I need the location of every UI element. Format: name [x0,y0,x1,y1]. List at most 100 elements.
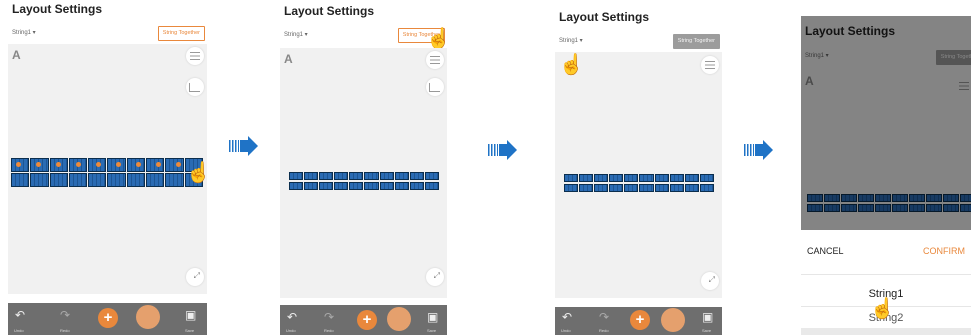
add-button[interactable]: + [630,310,650,330]
string-selector[interactable]: String1 ▾ [284,31,308,38]
pv-module[interactable] [424,172,439,180]
pv-module[interactable] [564,184,579,192]
confirm-button[interactable]: CONFIRM [923,246,965,256]
pv-module[interactable] [669,184,684,192]
pv-module[interactable] [624,174,639,182]
arrow-right-icon [744,140,773,160]
north-arrow-icon: A [12,48,21,62]
redo-icon[interactable]: ↷ [599,310,609,324]
chart-button[interactable] [426,78,444,96]
panel-step-1: Layout Settings String1 ▾ String Togethe… [8,0,211,335]
pv-module[interactable] [379,172,394,180]
pv-module[interactable] [699,184,714,192]
pv-module[interactable] [684,174,699,182]
modal-overlay[interactable] [801,16,971,230]
pv-module[interactable] [11,173,30,187]
redo-icon[interactable]: ↷ [324,310,334,324]
pv-module[interactable] [579,174,594,182]
pv-module[interactable] [349,182,364,190]
pv-module[interactable] [669,174,684,182]
undo-icon[interactable]: ↶ [562,310,572,324]
hand-pointer-icon: ☝ [870,298,895,320]
arrow-right-icon [229,136,258,156]
string-tool-button[interactable] [661,308,685,332]
string-together-button[interactable]: String Together [672,34,720,49]
pv-module[interactable] [304,182,319,190]
pv-module[interactable] [349,172,364,180]
pv-module[interactable] [379,182,394,190]
pv-module[interactable] [564,174,579,182]
pv-module[interactable] [319,172,334,180]
chart-button[interactable] [186,78,204,96]
pv-module[interactable] [334,182,349,190]
save-icon[interactable]: ▣ [185,308,196,322]
layout-canvas[interactable]: A ☝ ⤢ [8,44,211,294]
pv-module[interactable] [409,182,424,190]
pv-module[interactable] [49,173,68,187]
string-picker-sheet: CANCEL CONFIRM String1 String2 ☝ [801,230,971,335]
pv-module[interactable] [88,173,107,187]
page-title: Layout Settings [284,4,375,18]
string-dot [36,162,41,167]
string-tool-button[interactable] [387,307,411,331]
pv-module[interactable] [30,173,49,187]
pv-module[interactable] [594,174,609,182]
add-button[interactable]: + [357,310,377,330]
pv-module[interactable] [394,172,409,180]
pv-module[interactable] [594,184,609,192]
save-icon[interactable]: ▣ [702,310,713,324]
expand-icon: ⤢ [708,275,715,284]
pv-module[interactable] [107,173,126,187]
chart-icon [189,83,200,92]
expand-icon: ⤢ [433,271,440,280]
list-button[interactable] [426,51,444,69]
pv-module[interactable] [304,172,319,180]
pv-module[interactable] [654,184,669,192]
pv-module[interactable] [126,173,146,187]
pv-module[interactable] [609,174,624,182]
undo-label: Undo [14,328,24,333]
pv-module[interactable] [609,184,624,192]
cancel-button[interactable]: CANCEL [807,246,844,256]
list-button[interactable] [186,47,204,65]
expand-button[interactable]: ⤢ [186,268,204,286]
pv-module[interactable] [424,182,439,190]
pv-module[interactable] [334,172,349,180]
module-row-bottom [564,184,715,192]
undo-icon[interactable]: ↶ [15,308,25,322]
pv-module[interactable] [364,172,379,180]
string-together-button[interactable]: String Together [157,26,205,41]
redo-label: Redo [599,328,609,333]
add-button[interactable]: + [98,308,118,328]
pv-module[interactable] [699,174,714,182]
string-selector[interactable]: String1 ▾ [559,37,583,44]
pv-module[interactable] [684,184,699,192]
pv-module[interactable] [68,173,88,187]
string-selector[interactable]: String1 ▾ [12,29,36,36]
save-icon[interactable]: ▣ [427,310,438,324]
layout-canvas[interactable]: ⤢ [555,52,722,298]
module-row-top [564,174,715,182]
pv-module[interactable] [394,182,409,190]
pv-module[interactable] [654,174,669,182]
pv-module[interactable] [639,174,654,182]
layout-canvas[interactable]: A ⤢ [280,48,447,298]
pv-module[interactable] [289,182,304,190]
pv-module[interactable] [146,173,165,187]
expand-button[interactable]: ⤢ [426,268,444,286]
pv-module[interactable] [409,172,424,180]
pv-module[interactable] [289,172,304,180]
list-button[interactable] [701,56,719,74]
undo-icon[interactable]: ↶ [287,310,297,324]
string-tool-button[interactable] [136,305,160,329]
save-label: Save [185,328,195,333]
pv-module[interactable] [364,182,379,190]
expand-button[interactable]: ⤢ [701,272,719,290]
pv-module[interactable] [624,184,639,192]
divider [801,274,971,275]
pv-module[interactable] [319,182,334,190]
redo-icon[interactable]: ↷ [60,308,70,322]
pv-module[interactable] [165,173,184,187]
pv-module[interactable] [639,184,654,192]
pv-module[interactable] [579,184,594,192]
